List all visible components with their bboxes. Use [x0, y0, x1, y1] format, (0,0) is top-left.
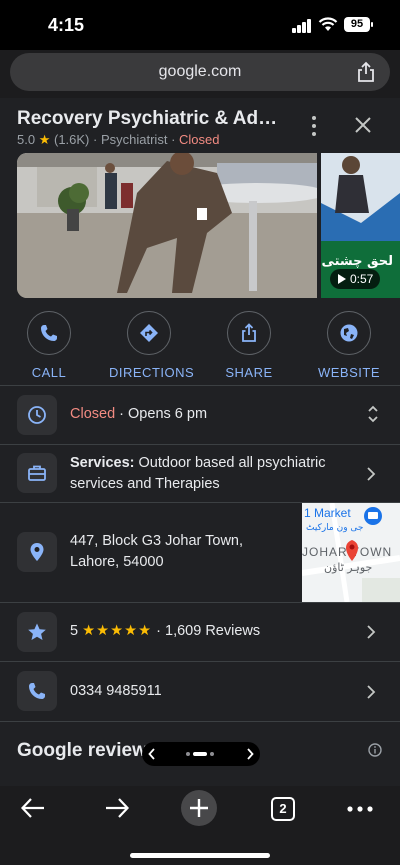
rating-stars: ★★★★★ — [82, 623, 153, 639]
location-pin-icon — [30, 543, 44, 561]
map-market-label: 1 Market — [304, 506, 351, 520]
services-icon-box — [17, 453, 57, 493]
address-line-1: 447, Block G3 Johar Town, — [70, 533, 244, 549]
place-title: Recovery Psychiatric & Addi... — [17, 108, 287, 129]
expand-collapse-icon[interactable] — [367, 405, 379, 423]
phone-row[interactable]: 0334 9485911 — [0, 662, 400, 721]
battery-icon: 95 — [344, 17, 373, 32]
map-market-urdu: جی ون مارکیٹ — [306, 523, 364, 533]
page-navigator[interactable] — [142, 742, 260, 766]
map-area-urdu: جوہر ٹاؤن — [324, 561, 372, 574]
video-sign-text: لحق چشتی — [321, 254, 393, 269]
services-label: Services: — [70, 455, 135, 471]
pager-dot — [210, 752, 214, 756]
forward-arrow-icon[interactable] — [104, 796, 130, 820]
map-thumbnail[interactable]: 1 Market جی ون مارکیٹ JOHAR TOWN جوہر ٹا… — [302, 503, 400, 602]
reviews-icon-box — [17, 612, 57, 652]
reviews-rating: 5 — [70, 623, 79, 639]
website-label: WEBSITE — [317, 365, 380, 380]
wifi-icon — [318, 17, 338, 31]
reviews-row[interactable]: 5 ★★★★★ · 1,609 Reviews — [0, 603, 400, 661]
place-category: Psychiatrist — [100, 132, 168, 147]
browser-address-area: google.com — [0, 50, 400, 98]
phone-icon-box — [17, 671, 57, 711]
more-options-icon[interactable] — [308, 116, 320, 136]
phone-icon — [41, 325, 57, 341]
share-label: SHARE — [225, 365, 273, 380]
star-icon — [28, 623, 46, 640]
plus-icon — [190, 799, 208, 817]
reviews-count: 1,609 Reviews — [165, 623, 261, 639]
star-icon: ★ — [38, 132, 51, 147]
directions-button[interactable]: DIRECTIONS — [109, 311, 195, 380]
divider — [0, 721, 400, 722]
place-status: Closed — [179, 132, 220, 147]
call-label: CALL — [31, 365, 67, 380]
services-row[interactable]: Services: Outdoor based all psychiatric … — [0, 445, 400, 502]
tab-switcher-button[interactable]: 2 — [271, 797, 295, 821]
hours-status: Closed — [70, 406, 116, 422]
share-page-icon[interactable] — [356, 61, 376, 83]
info-icon[interactable] — [368, 743, 382, 757]
url-text[interactable]: google.com — [10, 53, 390, 91]
place-video-thumbnail[interactable]: لحق چشتی 0:57 — [321, 153, 400, 298]
phone-icon — [29, 683, 45, 699]
chevron-left-icon[interactable] — [148, 748, 156, 760]
pager-dot — [186, 752, 190, 756]
new-tab-button[interactable] — [181, 790, 217, 826]
address-bar[interactable]: google.com — [10, 53, 390, 91]
phone-number: 0334 9485911 — [70, 683, 162, 699]
hours-opens: Opens 6 pm — [128, 406, 208, 422]
directions-label: DIRECTIONS — [109, 365, 195, 380]
chevron-right-icon[interactable] — [246, 748, 254, 760]
place-photo[interactable] — [17, 153, 317, 298]
address-line-2: Lahore, 54000 — [70, 554, 164, 570]
video-duration: 0:57 — [330, 269, 380, 289]
status-time: 4:15 — [48, 15, 85, 35]
website-button[interactable]: WEBSITE — [309, 311, 389, 380]
address-icon-box — [17, 532, 57, 572]
close-icon[interactable] — [352, 114, 374, 136]
hours-icon-box — [17, 395, 57, 435]
cellular-signal-icon — [292, 19, 312, 33]
chevron-right-icon[interactable] — [366, 624, 376, 640]
clock-icon — [28, 406, 46, 424]
place-panel: Recovery Psychiatric & Addi... 5.0 ★ (1.… — [0, 98, 400, 786]
browser-toolbar: 2 — [0, 786, 400, 865]
home-indicator[interactable] — [130, 853, 270, 858]
hours-text: Closed · Opens 6 pm — [70, 406, 208, 422]
share-icon — [242, 323, 256, 342]
services-text: Services: Outdoor based all psychiatric … — [70, 453, 350, 495]
place-review-count: (1.6K) — [53, 132, 90, 147]
back-arrow-icon[interactable] — [20, 796, 46, 820]
reviews-text: 5 ★★★★★ · 1,609 Reviews — [70, 623, 261, 639]
briefcase-icon — [28, 465, 46, 481]
place-rating: 5.0 — [17, 132, 36, 147]
directions-icon — [140, 324, 158, 342]
place-meta: 5.0 ★ (1.6K) · Psychiatrist · Closed — [17, 132, 220, 147]
status-bar: 4:15 95 — [0, 0, 400, 50]
chevron-right-icon[interactable] — [366, 466, 376, 482]
address-text: 447, Block G3 Johar Town, Lahore, 54000 — [70, 531, 243, 573]
more-menu-icon[interactable] — [347, 806, 373, 812]
call-button[interactable]: CALL — [9, 311, 89, 380]
share-button[interactable]: SHARE — [209, 311, 289, 380]
hours-row[interactable]: Closed · Opens 6 pm — [0, 386, 400, 444]
chevron-right-icon[interactable] — [366, 684, 376, 700]
globe-icon — [340, 324, 358, 342]
pager-dot-active — [193, 752, 207, 756]
